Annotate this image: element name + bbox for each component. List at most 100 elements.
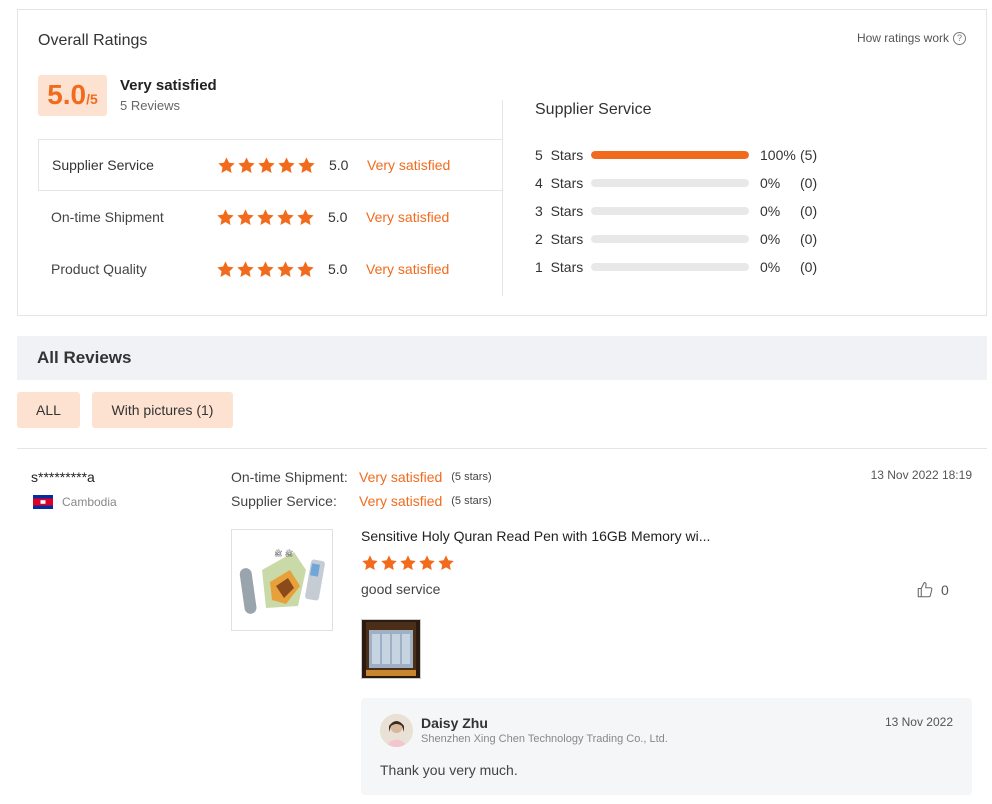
distribution-title: Supplier Service: [535, 101, 652, 118]
star-icon: [276, 208, 295, 227]
filter-with-pictures-button[interactable]: With pictures (1): [92, 392, 233, 428]
meta-stars: (5 stars): [451, 471, 492, 483]
distribution-bar-track: [591, 263, 749, 271]
review-meta-service: Supplier Service: Very satisfied (5 star…: [231, 493, 492, 509]
how-ratings-work-label: How ratings work: [856, 31, 949, 45]
avatar-image: [380, 714, 413, 747]
star-icon: [216, 208, 235, 227]
rating-category-name: Product Quality: [51, 261, 147, 277]
rating-score: 5.0: [328, 209, 348, 225]
review-meta-shipment: On-time Shipment: Very satisfied (5 star…: [231, 469, 492, 485]
cambodia-flag-icon: [33, 495, 53, 509]
rating-category-name: On-time Shipment: [51, 209, 164, 225]
reviewer-name: s*********a: [31, 469, 95, 485]
distribution-label: 4 Stars: [535, 175, 584, 191]
distribution-percent: 0%: [760, 259, 781, 275]
distribution-row-2: 2 Stars 0% (0): [535, 229, 817, 249]
rating-stars: [216, 208, 315, 227]
star-icon: [256, 260, 275, 279]
rating-row-supplier-service[interactable]: Supplier Service 5.0 Very satisfied: [38, 139, 503, 191]
distribution-label: 2 Stars: [535, 231, 584, 247]
distribution-row-4: 4 Stars 0% (0): [535, 173, 817, 193]
distribution-percent: 0%: [760, 175, 781, 191]
review-photo-image: [362, 620, 420, 678]
overall-review-count: 5 Reviews: [120, 98, 180, 113]
distribution-bar-track: [591, 235, 749, 243]
avatar: [380, 714, 413, 747]
star-icon: [361, 554, 379, 572]
meta-key: On-time Shipment:: [231, 469, 348, 485]
distribution-row-5: 5 Stars 100% (5): [535, 145, 817, 165]
star-icon: [296, 208, 315, 227]
rating-category-name: Supplier Service: [52, 157, 154, 173]
meta-stars: (5 stars): [451, 495, 492, 507]
meta-value: Very satisfied: [359, 469, 443, 485]
review-rating-stars: [361, 554, 455, 572]
distribution-count: (5): [800, 147, 818, 163]
star-icon: [216, 260, 235, 279]
meta-value: Very satisfied: [359, 493, 443, 509]
filter-all-button[interactable]: ALL: [17, 392, 80, 428]
star-icon: [257, 156, 276, 175]
ratings-divider: [502, 100, 503, 296]
svg-text:ﷺ ﷺ: ﷺ ﷺ: [274, 548, 293, 558]
distribution-label: 1 Stars: [535, 259, 584, 275]
rating-row-product-quality[interactable]: Product Quality 5.0 Very satisfied: [38, 243, 503, 295]
review-date: 13 Nov 2022 18:19: [870, 468, 972, 482]
distribution-percent: 0%: [760, 203, 781, 219]
review-text: good service: [361, 581, 441, 597]
star-icon: [296, 260, 315, 279]
distribution-count: (0): [800, 175, 818, 191]
rating-row-on-time-shipment[interactable]: On-time Shipment 5.0 Very satisfied: [38, 191, 503, 243]
star-icon: [418, 554, 436, 572]
rating-label: Very satisfied: [367, 157, 451, 173]
star-icon: [217, 156, 236, 175]
like-count: 0: [941, 582, 949, 598]
distribution-percent: 0%: [760, 231, 781, 247]
distribution-bar-track: [591, 207, 749, 215]
reply-date: 13 Nov 2022: [884, 715, 953, 729]
reviews-separator: [17, 448, 987, 449]
distribution-count: (0): [800, 231, 818, 247]
rating-score: 5.0: [329, 157, 349, 173]
distribution-bar-fill: [591, 151, 749, 159]
rating-stars: [216, 260, 315, 279]
supplier-reply: Daisy Zhu Shenzhen Xing Chen Technology …: [361, 698, 972, 795]
distribution-bar-track: [591, 179, 749, 187]
star-icon: [277, 156, 296, 175]
distribution-label: 3 Stars: [535, 203, 584, 219]
star-icon: [437, 554, 455, 572]
rating-score: 5.0: [328, 261, 348, 277]
star-icon: [297, 156, 316, 175]
all-reviews-header: All Reviews: [17, 336, 987, 380]
overall-score-denom: /5: [86, 91, 98, 107]
distribution-row-3: 3 Stars 0% (0): [535, 201, 817, 221]
star-icon: [276, 260, 295, 279]
how-ratings-work-link[interactable]: How ratings work ?: [857, 31, 966, 45]
distribution-percent: 100%: [760, 147, 796, 163]
rating-stars: [217, 156, 316, 175]
reply-author-name: Daisy Zhu: [421, 715, 488, 731]
product-thumbnail[interactable]: ﷺ ﷺ: [231, 529, 333, 631]
helpful-like-button[interactable]: 0: [916, 581, 949, 599]
star-icon: [236, 208, 255, 227]
distribution-row-1: 1 Stars 0% (0): [535, 257, 817, 277]
help-icon: ?: [953, 31, 966, 45]
star-icon: [256, 208, 275, 227]
overall-score-badge: 5.0 /5: [38, 75, 107, 116]
distribution-count: (0): [800, 203, 818, 219]
star-icon: [399, 554, 417, 572]
overall-satisfaction-label: Very satisfied: [120, 77, 217, 94]
meta-key: Supplier Service:: [231, 493, 337, 509]
thumbs-up-icon: [917, 581, 933, 598]
star-icon: [237, 156, 256, 175]
distribution-bar-track: [591, 151, 749, 159]
product-title-link[interactable]: Sensitive Holy Quran Read Pen with 16GB …: [361, 528, 710, 544]
distribution-label: 5 Stars: [535, 147, 584, 163]
review-photo[interactable]: [361, 619, 421, 679]
all-reviews-title: All Reviews: [37, 348, 132, 367]
reply-company: Shenzhen Xing Chen Technology Trading Co…: [421, 733, 668, 745]
product-image: ﷺ ﷺ: [232, 530, 332, 630]
rating-label: Very satisfied: [366, 261, 450, 277]
rating-label: Very satisfied: [366, 209, 450, 225]
